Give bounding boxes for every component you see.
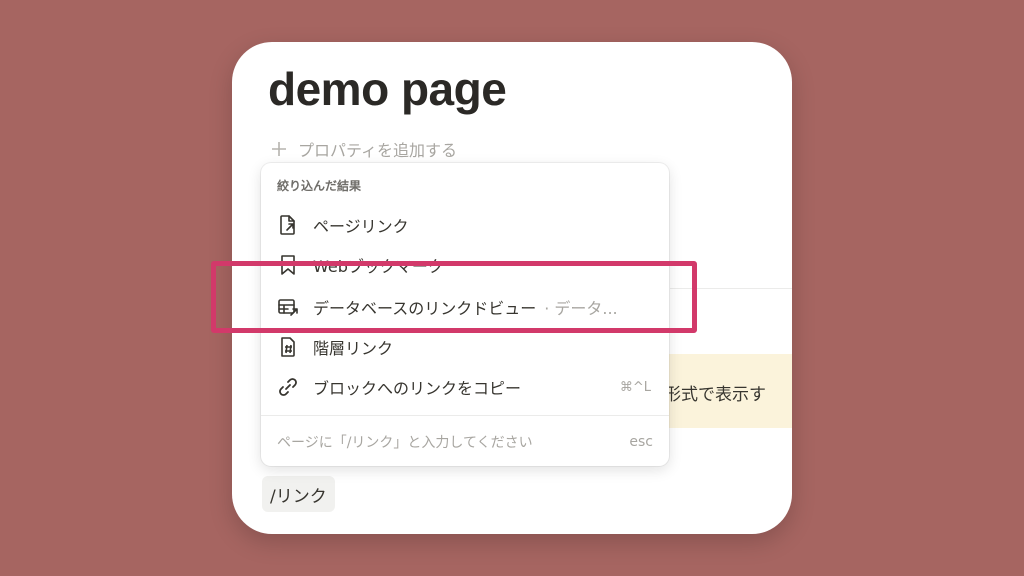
menu-header: 絞り込んだ結果: [277, 179, 362, 193]
menu-item-label: Webブックマーク: [313, 257, 444, 276]
bookmark-icon: [277, 254, 299, 276]
slash-command-text[interactable]: /リンク: [262, 476, 335, 512]
menu-item-description: · データ...: [544, 299, 618, 318]
breadcrumb-icon: [277, 336, 299, 358]
menu-item-web-bookmark[interactable]: Webブックマーク: [265, 247, 665, 283]
menu-item-copy-block-link[interactable]: ブロックへのリンクをコピー ⌘^L: [265, 369, 665, 405]
block-divider: [670, 288, 792, 289]
database-link-icon: [277, 296, 299, 318]
close-menu-hint[interactable]: esc: [629, 434, 653, 450]
menu-item-page-link[interactable]: ページリンク: [265, 207, 665, 243]
menu-item-label: 階層リンク: [313, 339, 394, 358]
menu-item-label: ページリンク: [313, 217, 409, 236]
menu-item-label: ブロックへのリンクをコピー: [313, 379, 522, 398]
page-link-icon: [277, 214, 299, 236]
menu-item-label: データベースのリンクドビュー: [313, 299, 537, 318]
menu-footer-hint: ページに「/リンク」と入力してください: [277, 435, 533, 451]
add-property-button[interactable]: プロパティを追加する: [270, 137, 457, 161]
menu-item-breadcrumb[interactable]: 階層リンク: [265, 329, 665, 365]
plus-icon: [270, 140, 288, 158]
callout-block[interactable]: 形式で表示す: [652, 354, 792, 428]
callout-text: 形式で表示す: [664, 385, 766, 405]
add-property-label: プロパティを追加する: [298, 141, 458, 160]
menu-footer: ページに「/リンク」と入力してください esc: [277, 431, 653, 453]
link-icon: [277, 376, 299, 398]
menu-divider: [261, 415, 669, 416]
slash-command-menu: 絞り込んだ結果 ページリンク Webブックマーク データベースのリンクドビュー …: [261, 163, 669, 466]
page-title[interactable]: demo page: [268, 62, 507, 116]
menu-item-shortcut: ⌘^L: [619, 379, 651, 395]
menu-item-linked-database-view[interactable]: データベースのリンクドビュー · データ...: [265, 289, 665, 325]
